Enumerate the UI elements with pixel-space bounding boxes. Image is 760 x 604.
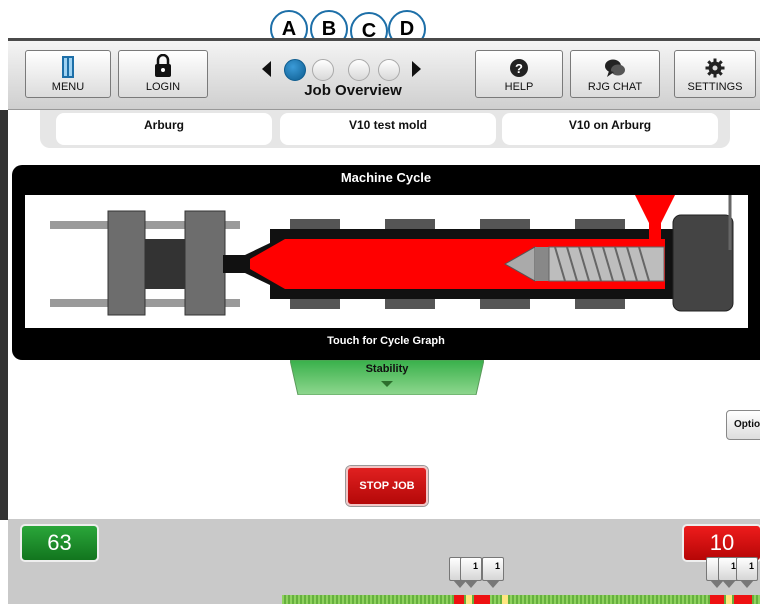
header-toolbar: MENU LOGIN Job Overview ? HELP RJG CHAT [8, 38, 760, 110]
left-edge-strip [0, 110, 8, 520]
login-label: LOGIN [145, 81, 181, 93]
settings-label: SETTINGS [687, 81, 743, 93]
lock-icon [155, 54, 171, 77]
alarm-flag[interactable]: 1 [736, 557, 758, 588]
job-machine[interactable]: Arburg [56, 113, 272, 145]
chat-icon [605, 59, 625, 77]
login-button[interactable]: LOGIN [118, 50, 208, 98]
page-dot-1[interactable] [284, 59, 306, 81]
menu-icon [62, 56, 74, 78]
svg-text:?: ? [515, 61, 523, 76]
machine-illustration [25, 195, 748, 328]
gear-icon [705, 58, 725, 78]
job-mold[interactable]: V10 test mold [280, 113, 496, 145]
page-indicator[interactable] [262, 57, 432, 81]
stability-tab[interactable]: Stability [290, 360, 484, 395]
menu-button[interactable]: MENU [25, 50, 111, 98]
machine-cycle-panel[interactable]: Machine Cycle Touch for Cycle Graph [12, 165, 760, 360]
page-dot-3[interactable] [348, 59, 370, 81]
job-info-bar: Arburg V10 test mold V10 on Arburg [40, 110, 730, 148]
help-label: HELP [504, 81, 534, 93]
rjg-chat-label: RJG CHAT [587, 81, 643, 93]
options-button[interactable]: Option [726, 410, 760, 440]
shot-status-strip [282, 593, 760, 604]
good-count-badge[interactable]: 63 [20, 524, 99, 562]
injection-machine-graphic [50, 195, 734, 316]
page-dot-4[interactable] [378, 59, 400, 81]
page-title: Job Overview [304, 82, 402, 99]
alarm-flag[interactable]: 1 [482, 557, 504, 588]
help-button[interactable]: ? HELP [475, 50, 563, 98]
help-icon: ? [510, 59, 528, 77]
page-dot-2[interactable] [312, 59, 334, 81]
next-page-icon[interactable] [412, 61, 421, 77]
stop-job-button[interactable]: STOP JOB [346, 466, 428, 506]
shot-status-bars [282, 595, 760, 604]
cycle-trend-panel [8, 519, 760, 604]
prev-page-icon[interactable] [262, 61, 271, 77]
machine-cycle-title: Machine Cycle [340, 170, 432, 185]
stability-label: Stability [365, 363, 409, 375]
menu-label: MENU [51, 81, 85, 93]
cycle-graph-link[interactable]: Touch for Cycle Graph [12, 335, 760, 347]
alarm-flag[interactable]: 1 [460, 557, 482, 588]
rjg-chat-button[interactable]: RJG CHAT [570, 50, 660, 98]
settings-button[interactable]: SETTINGS [674, 50, 756, 98]
job-name[interactable]: V10 on Arburg [502, 113, 718, 145]
